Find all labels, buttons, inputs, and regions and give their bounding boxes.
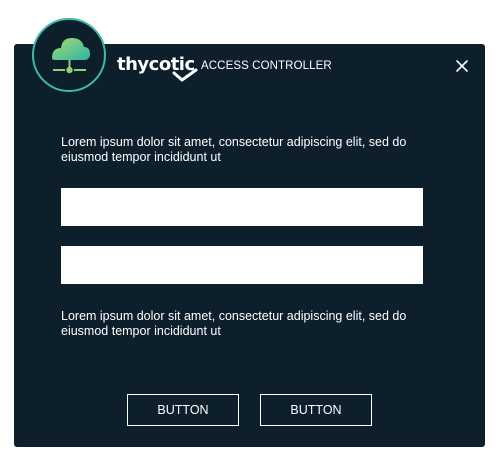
checkmark-icon <box>172 68 198 82</box>
primary-button[interactable]: BUTTON <box>127 394 239 426</box>
logo-badge <box>32 18 106 92</box>
text-field-1[interactable] <box>61 188 423 226</box>
intro-text: Lorem ipsum dolor sit amet, consectetur … <box>61 135 407 164</box>
footer-text: Lorem ipsum dolor sit amet, consectetur … <box>61 309 407 338</box>
close-button[interactable] <box>454 58 470 74</box>
close-icon[interactable] <box>454 58 470 74</box>
cloud-network-icon <box>52 38 90 74</box>
text-field-2[interactable] <box>61 246 423 284</box>
product-name: ACCESS CONTROLLER <box>201 60 332 72</box>
secondary-button[interactable]: BUTTON <box>260 394 372 426</box>
